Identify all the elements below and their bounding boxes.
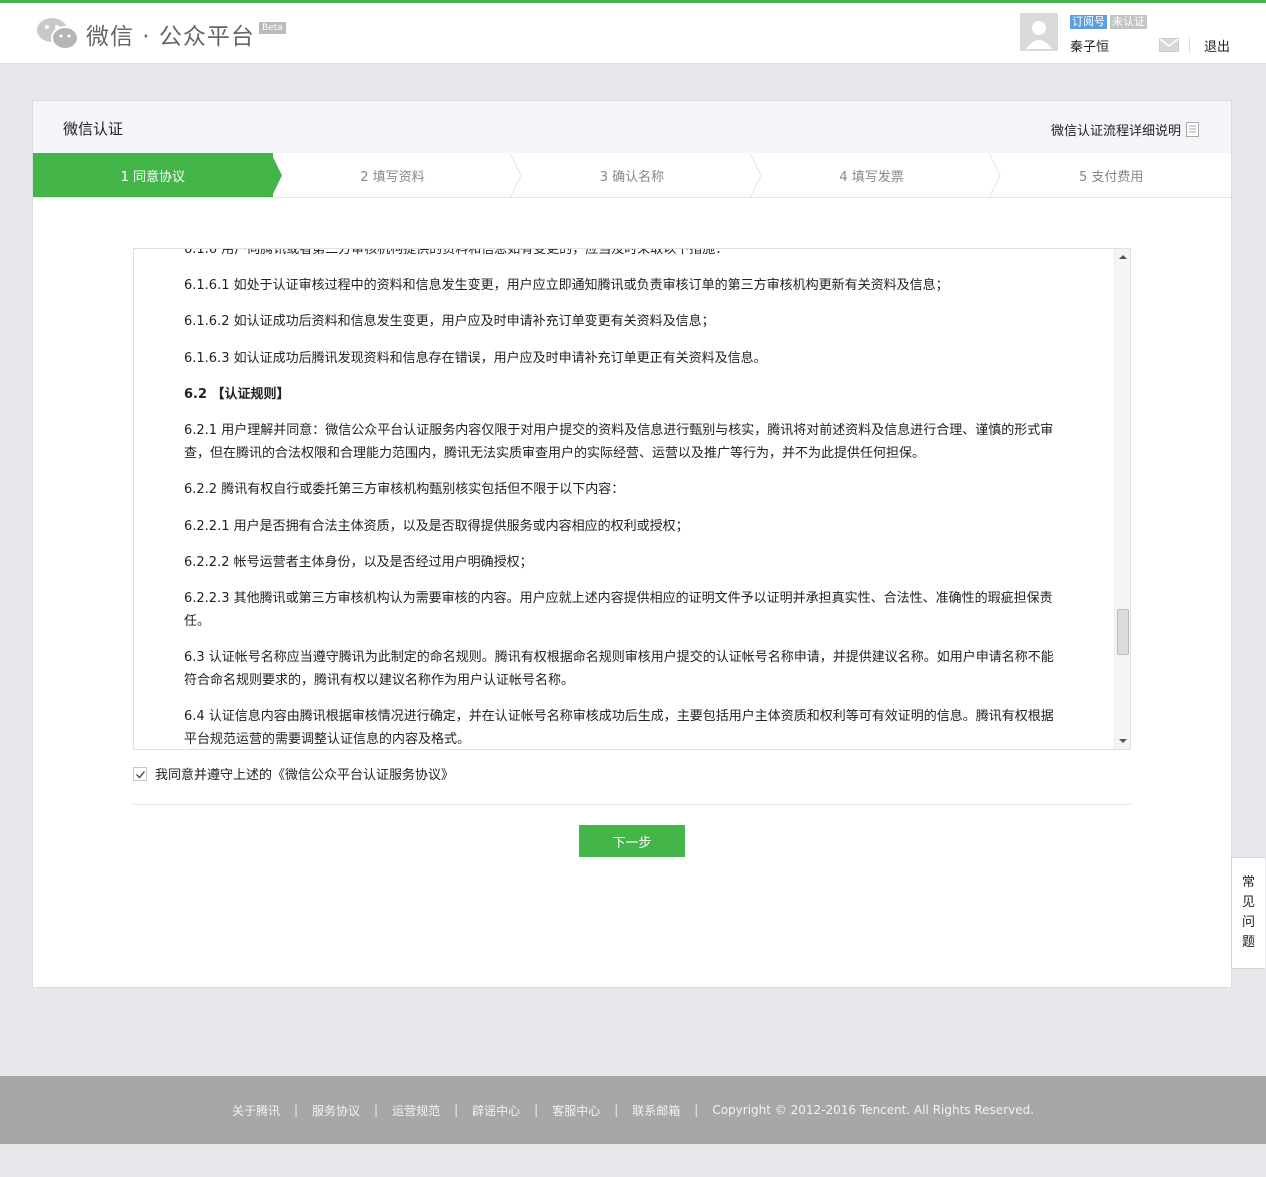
logo-text: 微信 · 公众平台 bbox=[86, 24, 255, 50]
username[interactable]: 秦子恒 bbox=[1070, 36, 1109, 55]
process-help-link[interactable]: 微信认证流程详细说明 bbox=[1051, 120, 1199, 139]
agreement-paragraph: 6.1.6 用户向腾讯或者第三方审核机构提供的资料和信息如有变更的，应当及时采取… bbox=[184, 248, 729, 257]
step-label: 2 填写资料 bbox=[360, 169, 425, 185]
footer-separator: | bbox=[374, 1103, 379, 1117]
agreement-paragraph: 6.3 认证帐号名称应当遵守腾讯为此制定的命名规则。腾讯有权根据命名规则审核用户… bbox=[184, 650, 1054, 688]
step-progress: 1 同意协议 2 填写资料 3 确认名称 4 填写发票 5 支付费用 bbox=[33, 153, 1231, 198]
step-label: 5 支付费用 bbox=[1078, 169, 1144, 185]
agree-row[interactable]: 我同意并遵守上述的《微信公众平台认证服务协议》 bbox=[133, 764, 454, 783]
agree-checkbox[interactable] bbox=[133, 766, 147, 781]
scroll-up-icon[interactable] bbox=[1119, 255, 1127, 259]
footer-separator: | bbox=[454, 1103, 459, 1117]
scroll-down-icon[interactable] bbox=[1119, 739, 1127, 743]
page-title: 微信认证 bbox=[63, 120, 124, 138]
user-avatar-icon bbox=[1026, 21, 1052, 49]
faq-char: 见 bbox=[1241, 895, 1255, 910]
wechat-logo-icon bbox=[37, 18, 79, 50]
avatar[interactable] bbox=[1020, 13, 1058, 51]
divider bbox=[133, 804, 1131, 805]
step-1: 1 同意协议 bbox=[33, 153, 282, 198]
footer-link-rumor-center[interactable]: 辟谣中心 bbox=[472, 1102, 520, 1119]
process-help-label: 微信认证流程详细说明 bbox=[1050, 124, 1181, 139]
footer-separator: | bbox=[293, 1103, 299, 1117]
faq-char: 题 bbox=[1241, 935, 1255, 950]
card-header: 微信认证 微信认证流程详细说明 bbox=[33, 101, 1231, 153]
checkmark-icon bbox=[135, 770, 146, 779]
agreement-paragraph: 6.2.2.1 用户是否拥有合法主体资质，以及是否取得提供服务或内容相应的权利或… bbox=[184, 519, 689, 534]
step-arrow-icon bbox=[510, 153, 522, 198]
next-step-button[interactable]: 下一步 bbox=[579, 825, 685, 857]
footer-link-contact-email[interactable]: 联系邮箱 bbox=[632, 1102, 680, 1119]
mail-icon[interactable] bbox=[1159, 38, 1179, 52]
verification-status-badge: 未认证 bbox=[1110, 15, 1147, 29]
copyright: Copyright © 2012-2016 Tencent. All Right… bbox=[712, 1103, 1035, 1117]
logo[interactable]: 微信 · 公众平台 Beta bbox=[36, 14, 286, 54]
agreement-section-heading: 6.2 【认证规则】 bbox=[184, 387, 290, 402]
document-icon bbox=[1186, 122, 1199, 137]
verification-card: 微信认证 微信认证流程详细说明 1 同意协议 2 填写资料 3 确认名称 4 填… bbox=[32, 100, 1232, 988]
agreement-paragraph: 6.1.6.3 如认证成功后腾讯发现资料和信息存在错误，用户应及时申请补充订单更… bbox=[184, 351, 767, 366]
footer-link-support-center[interactable]: 客服中心 bbox=[552, 1102, 600, 1119]
step-label: 4 填写发票 bbox=[839, 169, 904, 185]
faq-side-tab[interactable]: 常 见 问 题 bbox=[1231, 857, 1265, 969]
user-area: 订阅号 未认证 秦子恒 退出 bbox=[1006, 3, 1266, 64]
agreement-paragraph: 6.2.2 腾讯有权自行或委托第三方审核机构甄别核实包括但不限于以下内容： bbox=[184, 482, 625, 497]
footer-link-operation-rules[interactable]: 运营规范 bbox=[392, 1102, 440, 1119]
header-divider bbox=[1189, 37, 1190, 53]
agree-label: 我同意并遵守上述的《微信公众平台认证服务协议》 bbox=[155, 768, 455, 783]
step-arrow-icon bbox=[749, 153, 762, 198]
logout-link[interactable]: 退出 bbox=[1204, 36, 1230, 55]
agreement-paragraph: 6.1.6.2 如认证成功后资料和信息发生变更，用户应及时申请补充订单变更有关资… bbox=[184, 314, 715, 329]
agreement-scroll-box[interactable]: 6.1.6 用户向腾讯或者第三方审核机构提供的资料和信息如有变更的，应当及时采取… bbox=[133, 248, 1131, 750]
step-3: 3 确认名称 bbox=[512, 153, 762, 198]
step-arrow-icon bbox=[270, 153, 282, 198]
step-4: 4 填写发票 bbox=[752, 153, 1001, 198]
step-arrow-icon bbox=[989, 153, 1001, 198]
agreement-paragraph: 6.1.6.1 如处于认证审核过程中的资料和信息发生变更，用户应立即通知腾讯或负… bbox=[184, 278, 949, 293]
footer-link-service-agreement[interactable]: 服务协议 bbox=[312, 1102, 360, 1119]
footer-separator: | bbox=[534, 1103, 539, 1117]
step-2: 2 填写资料 bbox=[273, 153, 522, 198]
top-header: 微信 · 公众平台 Beta 订阅号 未认证 秦子恒 退出 bbox=[0, 0, 1266, 64]
step-label: 3 确认名称 bbox=[599, 169, 665, 185]
account-badges: 订阅号 未认证 bbox=[1070, 15, 1147, 29]
faq-char: 常 bbox=[1241, 875, 1255, 890]
agreement-scrollbar[interactable] bbox=[1114, 249, 1130, 749]
agreement-paragraph: 6.4 认证信息内容由腾讯根据审核情况进行确定，并在认证帐号名称审核成功后生成，… bbox=[184, 709, 1054, 747]
agreement-paragraph: 6.2.2.3 其他腾讯或第三方审核机构认为需要审核的内容。用户应就上述内容提供… bbox=[184, 591, 1053, 629]
beta-badge: Beta bbox=[258, 22, 286, 34]
step-5: 5 支付费用 bbox=[991, 153, 1231, 197]
footer-separator: | bbox=[614, 1103, 619, 1117]
scroll-thumb[interactable] bbox=[1117, 609, 1129, 655]
footer-link-about[interactable]: 关于腾讯 bbox=[232, 1102, 280, 1119]
faq-char: 问 bbox=[1241, 915, 1255, 930]
step-label: 1 同意协议 bbox=[120, 169, 185, 185]
account-type-badge: 订阅号 bbox=[1070, 15, 1107, 29]
footer-separator: | bbox=[694, 1103, 699, 1117]
agreement-paragraph: 6.2.1 用户理解并同意：微信公众平台认证服务内容仅限于对用户提交的资料及信息… bbox=[184, 423, 1054, 461]
footer: 关于腾讯 | 服务协议 | 运营规范 | 辟谣中心 | 客服中心 | 联系邮箱 … bbox=[0, 1076, 1266, 1144]
agreement-paragraph: 6.2.2.2 帐号运营者主体身份，以及是否经过用户明确授权； bbox=[184, 555, 533, 570]
